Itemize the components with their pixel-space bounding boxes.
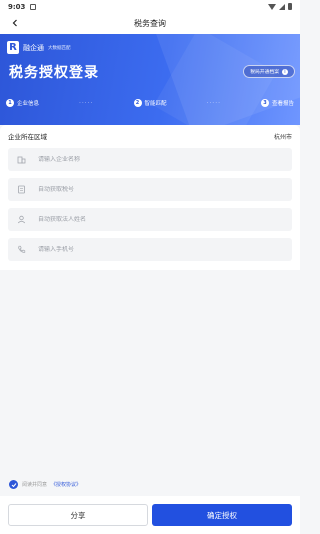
tax-id-input[interactable] (38, 186, 292, 193)
share-button[interactable]: 分享 (8, 504, 148, 526)
legal-person-field[interactable] (8, 208, 292, 231)
agreement-text: 阅读并同意 (22, 482, 48, 488)
tax-id-field[interactable] (8, 178, 292, 201)
company-name-field[interactable] (8, 148, 292, 171)
battery-icon (288, 3, 292, 10)
legal-person-input[interactable] (38, 216, 292, 223)
phone-icon (16, 245, 26, 255)
region-label: 企业所在区域 (8, 133, 47, 141)
step-number: 1 (6, 99, 14, 107)
step-number: 3 (261, 99, 269, 107)
page-title: 税务查询 (134, 19, 166, 28)
region-row[interactable]: 企业所在区域 杭州市 (8, 130, 292, 142)
check-icon (11, 482, 16, 487)
nav-bar: 税务查询 (0, 13, 300, 34)
hero-headline: 税务授权登录 (9, 65, 99, 81)
agreement: 阅读并同意 《授权协议》 (9, 480, 81, 489)
brand-logo: R (7, 41, 19, 54)
step-separator: ····· (78, 99, 94, 107)
person-icon (16, 215, 26, 225)
status-bar: 9:03 (0, 0, 300, 13)
phone-input[interactable] (38, 246, 292, 253)
step-label: 智能匹配 (144, 101, 167, 107)
agreement-link[interactable]: 《授权协议》 (51, 481, 81, 488)
step-2: 2 智能匹配 (133, 99, 167, 107)
info-icon: i (282, 68, 288, 75)
brand-name: 融企通 (23, 43, 44, 52)
brand-tag: 大数据匹配 (48, 45, 71, 51)
company-name-input[interactable] (38, 156, 292, 163)
phone-field[interactable] (8, 238, 292, 261)
sim-card-icon (30, 3, 37, 10)
status-icons (268, 3, 292, 10)
progress-button-label: 税局开通档案 (250, 70, 279, 75)
step-number: 2 (133, 99, 142, 107)
steps: 1 企业信息 ····· 2 智能匹配 ····· 3 查看报告 (6, 96, 294, 110)
confirm-authorize-button[interactable]: 确定授权 (152, 504, 292, 526)
hero-banner: R 融企通 大数据匹配 税务授权登录 税局开通档案 i 1 企业信息 ·····… (0, 34, 300, 125)
step-separator: ····· (206, 99, 222, 107)
status-time: 9:03 (8, 2, 26, 11)
step-label: 企业信息 (17, 101, 40, 107)
bottom-bar: 分享 确定授权 (0, 496, 300, 534)
document-icon (16, 185, 26, 195)
progress-button[interactable]: 税局开通档案 i (243, 65, 295, 78)
back-button[interactable] (8, 16, 22, 30)
step-label: 查看报告 (272, 101, 295, 107)
wifi-icon (268, 3, 276, 10)
agreement-checkbox[interactable] (9, 480, 18, 489)
step-3: 3 查看报告 (261, 99, 294, 107)
step-1: 1 企业信息 (6, 99, 39, 107)
region-value[interactable]: 杭州市 (274, 132, 292, 141)
form-card: 企业所在区域 杭州市 (0, 125, 300, 270)
signal-icon (279, 3, 285, 10)
brand: R 融企通 大数据匹配 (7, 41, 71, 54)
chevron-left-icon (12, 19, 17, 27)
building-icon (16, 155, 26, 165)
